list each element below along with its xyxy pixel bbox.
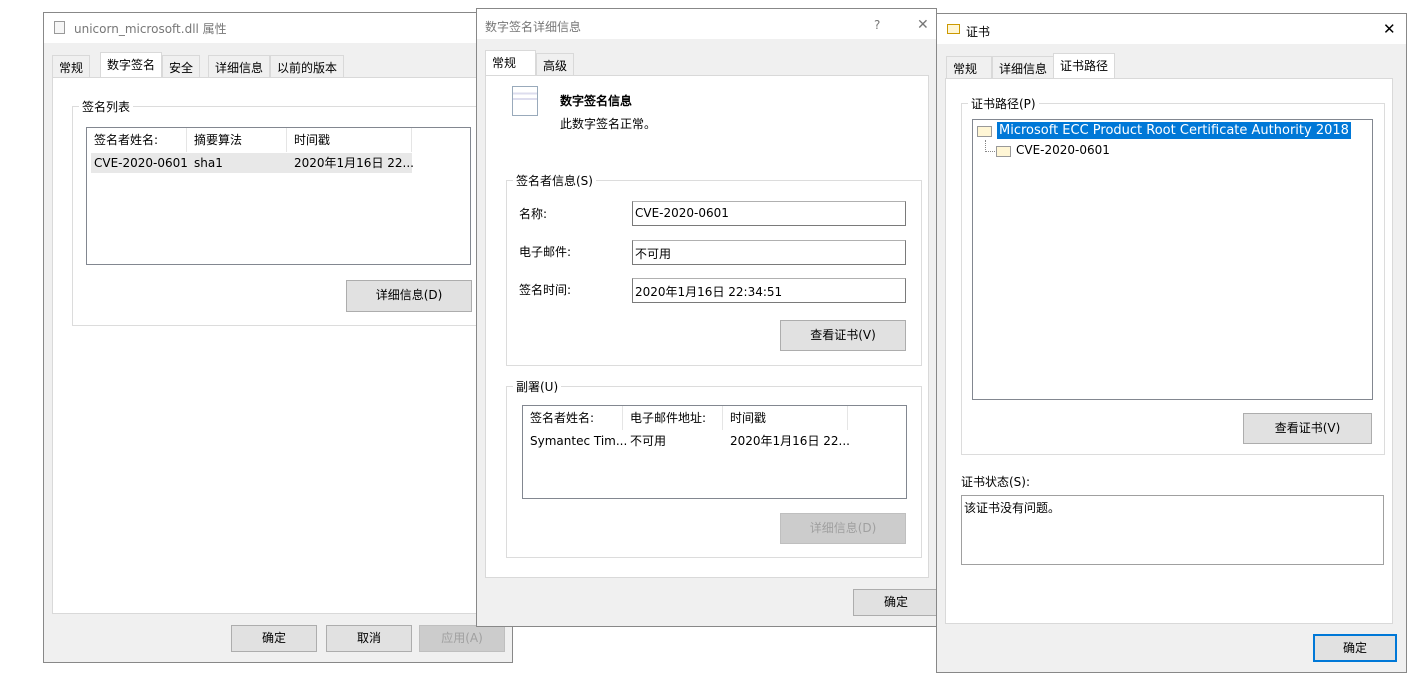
window-title: unicorn_microsoft.dll 属性 (74, 22, 227, 36)
tab-general[interactable]: 常规 (52, 55, 91, 77)
column-email[interactable]: 电子邮件地址: (623, 406, 723, 430)
name-field[interactable]: CVE-2020-0601 (632, 201, 906, 226)
tab-security[interactable]: 安全 (162, 55, 201, 77)
tab-panel: 证书路径(P) Microsoft ECC Product Root Certi… (945, 78, 1393, 624)
ok-button[interactable]: 确定 (1313, 634, 1397, 662)
tab-advanced[interactable]: 高级 (536, 53, 575, 75)
certificate-icon (996, 146, 1011, 157)
group-label: 签名者信息(S) (513, 172, 596, 189)
info-status: 此数字签名正常。 (560, 117, 657, 131)
certificate-window: 证书 ✕ 常规 详细信息 证书路径 证书路径(P) Microsoft ECC … (936, 13, 1407, 673)
tab-panel: 数字签名信息 此数字签名正常。 签名者信息(S) 名称: CVE-2020-06… (485, 75, 929, 578)
countersignatures-group: 副署(U) 签名者姓名: 电子邮件地址: 时间戳 Symantec Tim...… (506, 378, 922, 558)
title-bar: unicorn_microsoft.dll 属性 (44, 13, 512, 43)
tab-details[interactable]: 详细信息 (992, 56, 1055, 78)
cell-timestamp: 2020年1月16日 22... (294, 156, 414, 170)
tree-item-label: CVE-2020-0601 (1016, 143, 1110, 157)
view-certificate-button[interactable]: 查看证书(V) (780, 320, 906, 351)
tab-details[interactable]: 详细信息 (208, 55, 271, 77)
tab-certification-path[interactable]: 证书路径 (1053, 53, 1116, 78)
group-label: 签名列表 (79, 98, 134, 115)
details-button[interactable]: 详细信息(D) (780, 513, 906, 544)
tab-panel: 签名列表 签名者姓名: 摘要算法 时间戳 CVE-2020-0601 sha1 … (52, 77, 506, 614)
close-icon[interactable]: ✕ (917, 17, 929, 33)
email-label: 电子邮件: (519, 245, 572, 259)
signature-list[interactable]: 签名者姓名: 摘要算法 时间戳 CVE-2020-0601 sha1 2020年… (86, 127, 471, 265)
column-timestamp[interactable]: 时间戳 (287, 128, 412, 152)
window-title: 证书 (966, 25, 991, 39)
window-title: 数字签名详细信息 (485, 20, 582, 34)
properties-window: unicorn_microsoft.dll 属性 常规 数字签名 安全 详细信息… (43, 12, 513, 663)
table-row[interactable]: Symantec Tim... 不可用 2020年1月16日 22... (523, 431, 853, 451)
tree-item-label: Microsoft ECC Product Root Certificate A… (997, 122, 1351, 139)
signature-list-group: 签名列表 签名者姓名: 摘要算法 时间戳 CVE-2020-0601 sha1 … (72, 98, 502, 326)
signing-time-label: 签名时间: (519, 283, 572, 297)
apply-button[interactable]: 应用(A) (419, 625, 505, 652)
title-bar: 证书 ✕ (937, 14, 1406, 44)
cell-signer: Symantec Tim... (530, 434, 628, 448)
tab-bar: 常规 数字签名 安全 详细信息 以前的版本 (52, 52, 512, 77)
group-label: 证书路径(P) (968, 95, 1039, 112)
tab-bar: 常规 详细信息 证书路径 (946, 53, 1396, 78)
tab-digital-signatures[interactable]: 数字签名 (100, 52, 163, 77)
view-certificate-button[interactable]: 查看证书(V) (1243, 413, 1372, 444)
details-button[interactable]: 详细信息(D) (346, 280, 472, 312)
certification-path-group: 证书路径(P) Microsoft ECC Product Root Certi… (961, 95, 1385, 455)
certificate-icon (947, 24, 960, 34)
cell-email: 不可用 (630, 434, 667, 448)
tab-general[interactable]: 常规 (946, 56, 992, 78)
help-button[interactable]: ? (874, 18, 880, 32)
table-row[interactable]: CVE-2020-0601 sha1 2020年1月16日 22... (91, 153, 414, 173)
tab-bar: 常规 高级 (485, 50, 925, 75)
info-title: 数字签名信息 (560, 94, 633, 108)
column-signer[interactable]: 签名者姓名: (87, 128, 187, 152)
close-icon[interactable]: ✕ (1383, 20, 1396, 38)
title-bar: 数字签名详细信息 ? ✕ (477, 9, 936, 39)
tab-general[interactable]: 常规 (485, 50, 536, 75)
cell-timestamp: 2020年1月16日 22... (730, 434, 850, 448)
column-digest[interactable]: 摘要算法 (187, 128, 287, 152)
signature-details-window: 数字签名详细信息 ? ✕ 常规 高级 数字签名信息 此数字签名正常。 签名者信息… (476, 8, 939, 627)
tab-previous-versions[interactable]: 以前的版本 (270, 55, 345, 77)
group-label: 副署(U) (513, 378, 562, 395)
cell-digest: sha1 (194, 156, 223, 170)
email-field[interactable]: 不可用 (632, 240, 906, 265)
ok-button[interactable]: 确定 (853, 589, 939, 616)
certificate-status-label: 证书状态(S): (961, 475, 1031, 489)
certificate-icon (977, 126, 992, 137)
name-label: 名称: (519, 207, 548, 221)
column-timestamp[interactable]: 时间戳 (723, 406, 848, 430)
ok-button[interactable]: 确定 (231, 625, 317, 652)
countersignature-list[interactable]: 签名者姓名: 电子邮件地址: 时间戳 Symantec Tim... 不可用 2… (522, 405, 907, 499)
signing-time-field[interactable]: 2020年1月16日 22:34:51 (632, 278, 906, 303)
cancel-button[interactable]: 取消 (326, 625, 412, 652)
signer-info-group: 签名者信息(S) 名称: CVE-2020-0601 电子邮件: 不可用 签名时… (506, 172, 922, 366)
column-signer[interactable]: 签名者姓名: (523, 406, 623, 430)
file-icon (54, 21, 65, 34)
certification-path-tree[interactable]: Microsoft ECC Product Root Certificate A… (972, 119, 1373, 400)
certificate-status-box[interactable]: 该证书没有问题。 (961, 495, 1384, 565)
tree-connector (985, 140, 995, 152)
signature-document-icon (512, 86, 538, 116)
cell-signer: CVE-2020-0601 (94, 156, 188, 170)
